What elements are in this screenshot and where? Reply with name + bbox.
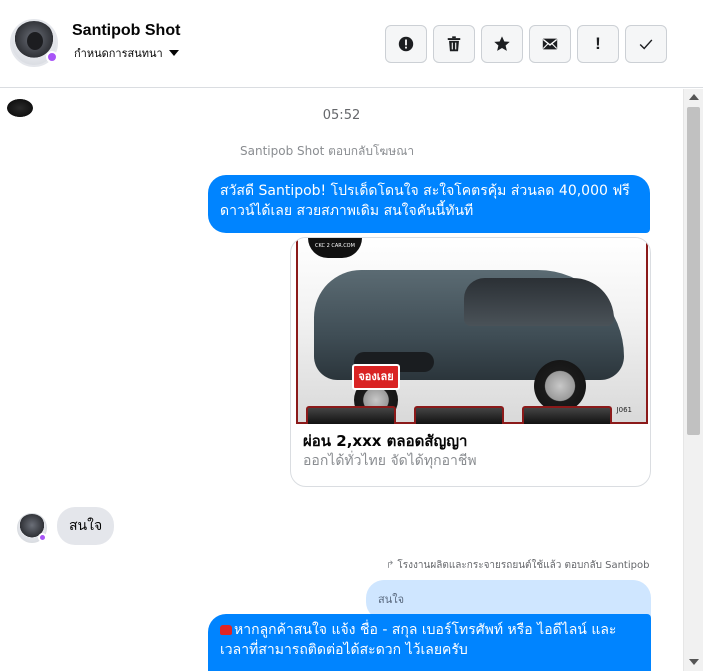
assign-conversation-dropdown[interactable]: กำหนดการสนทนา [74, 44, 179, 62]
thread-scrollbar[interactable] [683, 89, 703, 671]
outgoing-message: หากลูกค้าสนใจ แจ้ง ชื่อ - สกุล เบอร์โทรศ… [208, 614, 651, 671]
thumbnail [522, 406, 612, 424]
star-icon [494, 36, 510, 51]
scrollbar-thumb[interactable] [687, 107, 700, 435]
customer-avatar[interactable] [17, 513, 47, 543]
thumbnail [414, 406, 504, 424]
book-now-tag: จองเลย [352, 364, 400, 390]
scroll-up-icon[interactable] [689, 94, 699, 100]
caret-down-icon [168, 50, 179, 56]
message-timestamp: 05:52 [322, 108, 361, 123]
assign-label: กำหนดการสนทนา [74, 47, 163, 60]
incoming-message: สนใจ [57, 507, 115, 545]
contact-name[interactable]: Santipob Shot [72, 22, 180, 40]
thumbnail [306, 406, 396, 424]
mark-spam-button[interactable] [385, 25, 427, 63]
exclamation-icon: ! [595, 34, 601, 53]
messenger-badge-icon [46, 51, 58, 63]
delete-button[interactable] [433, 25, 475, 63]
ad-reply-note: Santipob Shot ตอบกลับโฆษณา [240, 144, 415, 158]
car-wheel [534, 360, 586, 412]
outgoing-message: สวัสดี Santipob! โปรเด็ดโดนใจ สะใจโคตรคุ… [208, 175, 650, 233]
reply-arrow-icon: ↱ [386, 560, 395, 571]
messenger-badge-icon [38, 533, 47, 542]
mark-done-button[interactable] [625, 25, 667, 63]
stock-code: J061 [616, 406, 632, 414]
mail-icon [542, 38, 558, 50]
dealer-logo-text: CKC 2 CAR.COM [315, 243, 355, 249]
conversation-header: Santipob Shot กำหนดการสนทนา ! [0, 0, 703, 88]
scroll-down-icon[interactable] [689, 659, 699, 665]
contact-avatar[interactable] [10, 19, 58, 67]
check-icon [639, 39, 653, 50]
ad-card[interactable]: CKC 2 CAR.COM จองเลย J061 ผ่อน 2,xxx ตลอ… [290, 237, 651, 487]
trash-icon [447, 36, 461, 52]
mark-unread-button[interactable] [529, 25, 571, 63]
avatar-photo [27, 32, 43, 50]
follow-up-button[interactable]: ! [577, 25, 619, 63]
message-thread[interactable]: 05:52 Santipob Shot ตอบกลับโฆษณา สวัสดี … [0, 89, 683, 671]
ad-card-image: CKC 2 CAR.COM จองเลย J061 [296, 238, 648, 424]
phone-icon [220, 625, 232, 635]
image-thumbnails [306, 406, 646, 424]
followup-text: หากลูกค้าสนใจ แจ้ง ชื่อ - สกุล เบอร์โทรศ… [220, 622, 617, 658]
star-button[interactable] [481, 25, 523, 63]
car-window [464, 278, 614, 326]
alert-circle-icon [398, 36, 414, 52]
reply-context: ↱ โรงงานผลิตและกระจายรถยนต์ใช้แล้ว ตอบกล… [386, 558, 649, 573]
ad-card-subtitle: ออกได้ทั่วไทย จัดได้ทุกอาชีพ [303, 453, 477, 469]
reply-context-text: โรงงานผลิตและกระจายรถยนต์ใช้แล้ว ตอบกลับ… [397, 560, 650, 571]
